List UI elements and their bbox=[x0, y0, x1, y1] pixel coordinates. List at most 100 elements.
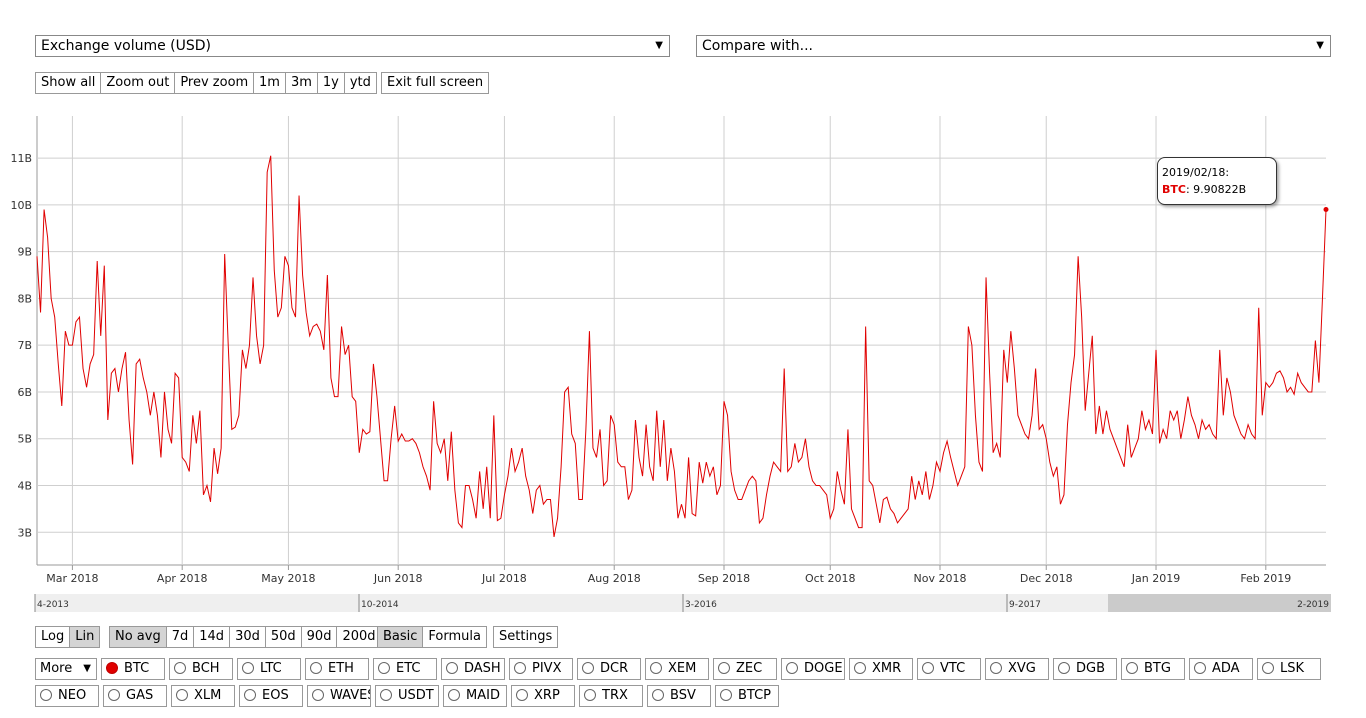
coin-toggle-trx[interactable]: TRX bbox=[579, 685, 643, 707]
coin-toggle-bch[interactable]: BCH bbox=[169, 658, 233, 680]
basic-mode-button[interactable]: Basic bbox=[377, 626, 424, 648]
avg-7d-button[interactable]: 7d bbox=[165, 626, 195, 648]
coin-label: XMR bbox=[872, 661, 902, 676]
coin-label: DOGE bbox=[804, 661, 843, 676]
coin-toggle-btcp[interactable]: BTCP bbox=[715, 685, 779, 707]
coin-label: NEO bbox=[58, 688, 87, 703]
avg-200d-button[interactable]: 200d bbox=[336, 626, 382, 648]
x-tick-label: Jan 2019 bbox=[1131, 572, 1180, 585]
y-tick-label: 6B bbox=[17, 386, 32, 399]
coin-label: EOS bbox=[262, 688, 289, 703]
coin-label: BTG bbox=[1144, 661, 1171, 676]
radio-icon bbox=[1126, 662, 1138, 674]
radio-icon bbox=[448, 689, 460, 701]
coin-toggle-lsk[interactable]: LSK bbox=[1257, 658, 1321, 680]
coin-toggle-xlm[interactable]: XLM bbox=[171, 685, 235, 707]
radio-icon bbox=[174, 662, 186, 674]
coin-toggle-pivx[interactable]: PIVX bbox=[509, 658, 573, 680]
coin-toggle-bsv[interactable]: BSV bbox=[647, 685, 711, 707]
btc-series-line bbox=[36, 155, 1327, 538]
coin-toggle-xvg[interactable]: XVG bbox=[985, 658, 1049, 680]
navigator-label: 2-2019 bbox=[1297, 600, 1329, 610]
coin-toggle-usdt[interactable]: USDT bbox=[375, 685, 439, 707]
x-tick-label: May 2018 bbox=[261, 572, 315, 585]
coin-label: USDT bbox=[398, 688, 434, 703]
more-select-label: More bbox=[40, 661, 73, 676]
range-1m-button[interactable]: 1m bbox=[253, 72, 286, 94]
range-1y-button[interactable]: 1y bbox=[316, 72, 345, 94]
coin-label: XLM bbox=[194, 688, 222, 703]
dropdown-arrow-icon: ▼ bbox=[83, 663, 91, 674]
data-tooltip: 2019/02/18: BTC: 9.90822B bbox=[1157, 157, 1277, 205]
log-scale-button[interactable]: Log bbox=[35, 626, 71, 648]
more-select[interactable]: More ▼ bbox=[35, 658, 97, 680]
radio-icon bbox=[242, 662, 254, 674]
coin-label: VTC bbox=[940, 661, 966, 676]
linear-scale-button[interactable]: Lin bbox=[69, 626, 101, 648]
coin-toggle-eth[interactable]: ETH bbox=[305, 658, 369, 680]
show-all-button[interactable]: Show all bbox=[35, 72, 102, 94]
radio-icon bbox=[108, 689, 120, 701]
radio-icon bbox=[582, 662, 594, 674]
range-3m-button[interactable]: 3m bbox=[284, 72, 318, 94]
coin-toggle-gas[interactable]: GAS bbox=[103, 685, 167, 707]
zoom-out-button[interactable]: Zoom out bbox=[100, 72, 176, 94]
settings-button[interactable]: Settings bbox=[493, 626, 559, 648]
coin-label: XEM bbox=[668, 661, 697, 676]
coin-toggle-xem[interactable]: XEM bbox=[645, 658, 709, 680]
coin-toggle-xmr[interactable]: XMR bbox=[849, 658, 913, 680]
coin-label: ETH bbox=[328, 661, 354, 676]
coin-label: WAVES bbox=[330, 688, 370, 703]
avg-50d-button[interactable]: 50d bbox=[264, 626, 302, 648]
prev-zoom-button[interactable]: Prev zoom bbox=[174, 72, 255, 94]
avg-30d-button[interactable]: 30d bbox=[229, 626, 266, 648]
no-avg-button[interactable]: No avg bbox=[109, 626, 167, 648]
coin-toggle-neo[interactable]: NEO bbox=[35, 685, 99, 707]
chart-grid bbox=[36, 116, 1326, 570]
coin-toggle-maid[interactable]: MAID bbox=[443, 685, 507, 707]
coin-toggle-waves[interactable]: WAVES bbox=[307, 685, 371, 707]
metric-select-value: Exchange volume (USD) bbox=[41, 38, 212, 54]
coin-label: LTC bbox=[260, 661, 282, 676]
tooltip-date: 2019/02/18: bbox=[1162, 166, 1230, 179]
coin-toggle-dcr[interactable]: DCR bbox=[577, 658, 641, 680]
coin-label: XRP bbox=[534, 688, 560, 703]
coin-toggle-vtc[interactable]: VTC bbox=[917, 658, 981, 680]
avg-14d-button[interactable]: 14d bbox=[193, 626, 231, 648]
coin-label: DGB bbox=[1076, 661, 1106, 676]
formula-mode-button[interactable]: Formula bbox=[422, 626, 487, 648]
coin-toggle-ltc[interactable]: LTC bbox=[237, 658, 301, 680]
radio-icon bbox=[1194, 662, 1206, 674]
coin-label: XVG bbox=[1008, 661, 1036, 676]
coin-toggle-etc[interactable]: ETC bbox=[373, 658, 437, 680]
radio-icon bbox=[1262, 662, 1274, 674]
exit-fullscreen-button[interactable]: Exit full screen bbox=[381, 72, 490, 94]
last-data-point bbox=[1323, 207, 1329, 213]
coin-toggle-btg[interactable]: BTG bbox=[1121, 658, 1185, 680]
radio-icon bbox=[516, 689, 528, 701]
compare-select[interactable]: Compare with... ▼ bbox=[696, 35, 1331, 57]
range-ytd-button[interactable]: ytd bbox=[343, 72, 377, 94]
coin-toggle-xrp[interactable]: XRP bbox=[511, 685, 575, 707]
y-tick-label: 8B bbox=[17, 292, 32, 305]
coin-toggle-dgb[interactable]: DGB bbox=[1053, 658, 1117, 680]
x-tick-label: Mar 2018 bbox=[46, 572, 98, 585]
coin-toggle-eos[interactable]: EOS bbox=[239, 685, 303, 707]
x-tick-label: Apr 2018 bbox=[157, 572, 208, 585]
coin-toggle-doge[interactable]: DOGE bbox=[781, 658, 845, 680]
radio-icon bbox=[312, 689, 324, 701]
coin-label: BSV bbox=[670, 688, 696, 703]
radio-icon bbox=[176, 689, 188, 701]
compare-select-value: Compare with... bbox=[702, 38, 814, 54]
coin-label: DASH bbox=[464, 661, 501, 676]
coin-toggle-btc[interactable]: BTC bbox=[101, 658, 165, 680]
y-tick-label: 9B bbox=[17, 246, 32, 259]
x-tick-label: Jul 2018 bbox=[481, 572, 527, 585]
range-navigator[interactable]: 4-2013 10-2014 3-2016 9-2017 2-2019 bbox=[34, 594, 1331, 612]
coin-toggle-dash[interactable]: DASH bbox=[441, 658, 505, 680]
metric-select[interactable]: Exchange volume (USD) ▼ bbox=[35, 35, 670, 57]
coin-toggle-ada[interactable]: ADA bbox=[1189, 658, 1253, 680]
coin-selector-row-1: More ▼ BTC BCH LTC ETH ETC DASH PIVX DCR XEM ZEC D… bbox=[35, 658, 1325, 680]
coin-toggle-zec[interactable]: ZEC bbox=[713, 658, 777, 680]
avg-90d-button[interactable]: 90d bbox=[300, 626, 338, 648]
